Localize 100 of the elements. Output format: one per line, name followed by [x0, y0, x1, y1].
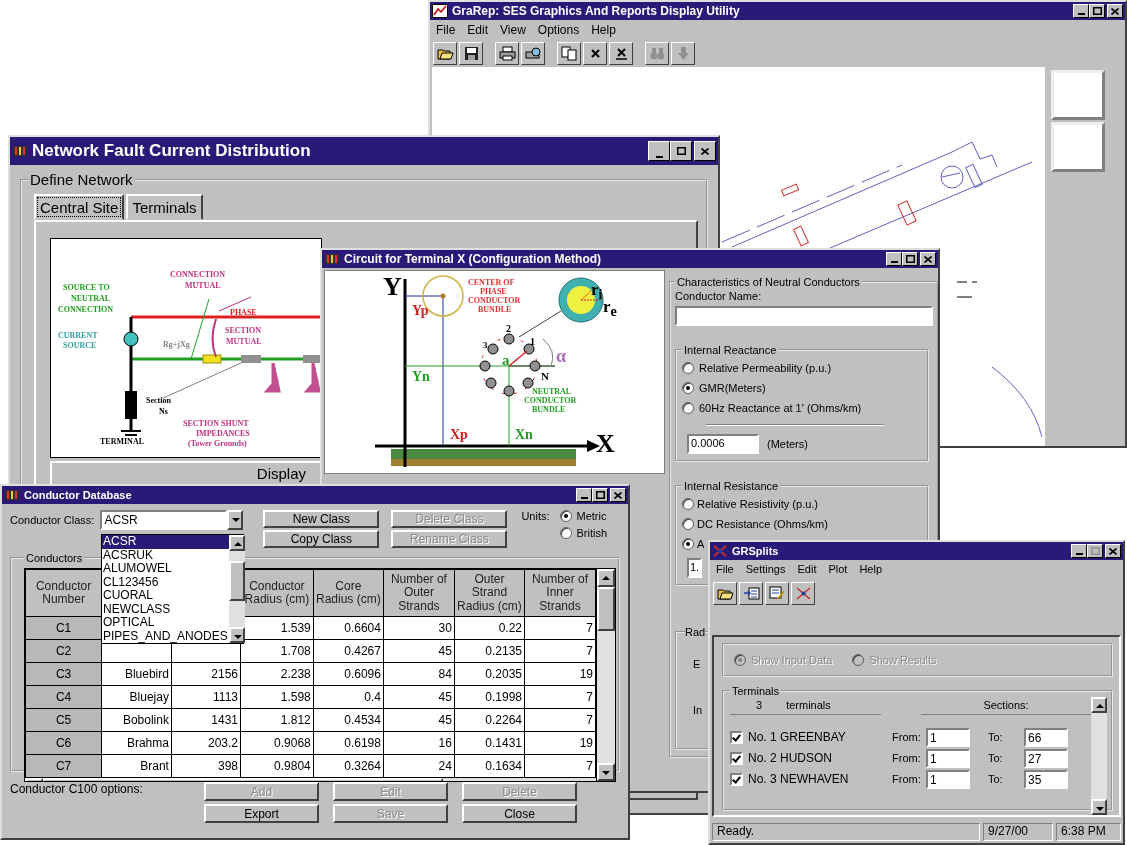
text-field[interactable]: 35: [1024, 769, 1068, 789]
text-field[interactable]: [675, 306, 933, 326]
radio-button[interactable]: [682, 518, 694, 530]
group-label: Rad: [685, 626, 706, 638]
push-button[interactable]: Close: [462, 804, 577, 823]
checkbox[interactable]: [730, 772, 743, 786]
thumbnail[interactable]: [1051, 122, 1105, 172]
diagram-label: r$_{i}$: [591, 281, 603, 302]
field-label: From:: [892, 731, 922, 743]
toolbar-button[interactable]: [645, 42, 669, 65]
maximize-button[interactable]: [1089, 4, 1105, 18]
checkbox[interactable]: [730, 730, 743, 744]
minimize-button[interactable]: [576, 488, 592, 502]
scroll-down-button[interactable]: [597, 763, 615, 781]
list-item[interactable]: OPTICAL: [102, 616, 229, 630]
toolbar-button[interactable]: [495, 42, 519, 65]
group-label: Terminals: [731, 685, 781, 697]
tab[interactable]: Central Site: [34, 194, 125, 220]
scroll-thumb[interactable]: [597, 587, 615, 631]
menu-item[interactable]: Plot: [828, 563, 848, 575]
toolbar-button[interactable]: [433, 42, 457, 65]
vertical-scrollbar[interactable]: [228, 535, 245, 643]
menu-item[interactable]: View: [500, 23, 526, 37]
checkbox[interactable]: [730, 751, 743, 765]
list-item[interactable]: PIPES_AND_ANODES: [102, 629, 229, 643]
radio-button[interactable]: [559, 527, 572, 539]
list-item[interactable]: CL123456: [102, 575, 229, 589]
row-header: C1: [25, 616, 102, 640]
toolbar-button[interactable]: [521, 42, 545, 65]
push-button[interactable]: Display: [50, 461, 322, 486]
radio-button[interactable]: [682, 498, 694, 510]
radio-button[interactable]: [682, 362, 694, 374]
toolbar-button[interactable]: [791, 582, 815, 605]
toolbar-button[interactable]: [557, 42, 581, 65]
close-button[interactable]: [610, 488, 626, 502]
text-field[interactable]: 0.0006: [687, 434, 759, 454]
maximize-icon: [905, 255, 915, 263]
menu-item[interactable]: Settings: [745, 563, 786, 575]
radio-button[interactable]: [682, 538, 694, 550]
radio-button[interactable]: [559, 510, 572, 522]
maximize-button[interactable]: [1087, 544, 1103, 558]
close-button[interactable]: [694, 141, 716, 161]
dropdown-button[interactable]: [227, 510, 244, 530]
text-field[interactable]: 1: [926, 748, 970, 768]
scroll-down-button[interactable]: [1091, 799, 1107, 815]
tab[interactable]: Terminals: [126, 194, 203, 220]
maximize-button[interactable]: [902, 252, 918, 266]
radio-button[interactable]: [682, 382, 694, 394]
row-header: C7: [25, 754, 102, 778]
radio-button[interactable]: [682, 402, 694, 414]
group-label: Define Network: [29, 171, 134, 188]
menu-item[interactable]: Help: [591, 23, 616, 37]
toolbar-button[interactable]: [671, 42, 695, 65]
list-item[interactable]: CUORAL: [102, 589, 229, 603]
field-label: To:: [988, 731, 1004, 743]
menu-item[interactable]: File: [436, 23, 456, 37]
vertical-scrollbar[interactable]: [1091, 697, 1107, 815]
close-button[interactable]: [920, 252, 936, 266]
text-field[interactable]: 66: [1024, 727, 1068, 747]
radio-button[interactable]: [852, 654, 865, 666]
text-field[interactable]: 27: [1024, 748, 1068, 768]
close-button[interactable]: [1105, 544, 1121, 558]
scroll-down-button[interactable]: [228, 627, 245, 643]
minimize-button[interactable]: [1073, 4, 1089, 18]
menu-item[interactable]: Edit: [467, 23, 489, 37]
text-field[interactable]: 1: [926, 769, 970, 789]
close-button[interactable]: [1107, 4, 1123, 18]
scroll-up-button[interactable]: [597, 569, 615, 587]
toolbar-button[interactable]: [459, 42, 483, 65]
minimize-button[interactable]: [648, 141, 670, 161]
list-item[interactable]: ACSRUK: [102, 548, 229, 562]
combo-box[interactable]: ACSR: [100, 510, 228, 530]
toolbar-button[interactable]: [739, 582, 763, 605]
vertical-scrollbar[interactable]: [596, 569, 615, 781]
minimize-button[interactable]: [886, 252, 902, 266]
menu-item[interactable]: Edit: [797, 563, 817, 575]
toolbar-button[interactable]: [713, 582, 737, 605]
text-field[interactable]: 1.: [687, 558, 702, 578]
toolbar-button[interactable]: [583, 42, 607, 65]
maximize-button[interactable]: [670, 141, 692, 161]
thumbnail[interactable]: [1051, 70, 1105, 120]
menu-item[interactable]: Help: [859, 563, 883, 575]
maximize-button[interactable]: [592, 488, 608, 502]
toolbar-button[interactable]: [609, 42, 633, 65]
push-button[interactable]: Copy Class: [263, 530, 380, 548]
scroll-up-button[interactable]: [1091, 697, 1107, 713]
menu-item[interactable]: File: [716, 563, 734, 575]
minimize-button[interactable]: [1071, 544, 1087, 558]
text-field[interactable]: 1: [926, 727, 970, 747]
scroll-thumb[interactable]: [228, 561, 245, 601]
push-button[interactable]: New Class: [263, 510, 380, 528]
crossed-lines-icon: [794, 586, 812, 601]
toolbar-button[interactable]: [765, 582, 789, 605]
push-button[interactable]: Export: [204, 804, 319, 823]
radio-button[interactable]: [734, 654, 746, 666]
leader-line: [190, 298, 210, 360]
menu-item[interactable]: Options: [537, 23, 580, 37]
list-item[interactable]: NEWCLASS: [102, 602, 229, 616]
list-item[interactable]: ALUMOWEL: [102, 562, 229, 576]
list-item[interactable]: ACSR: [102, 535, 229, 549]
